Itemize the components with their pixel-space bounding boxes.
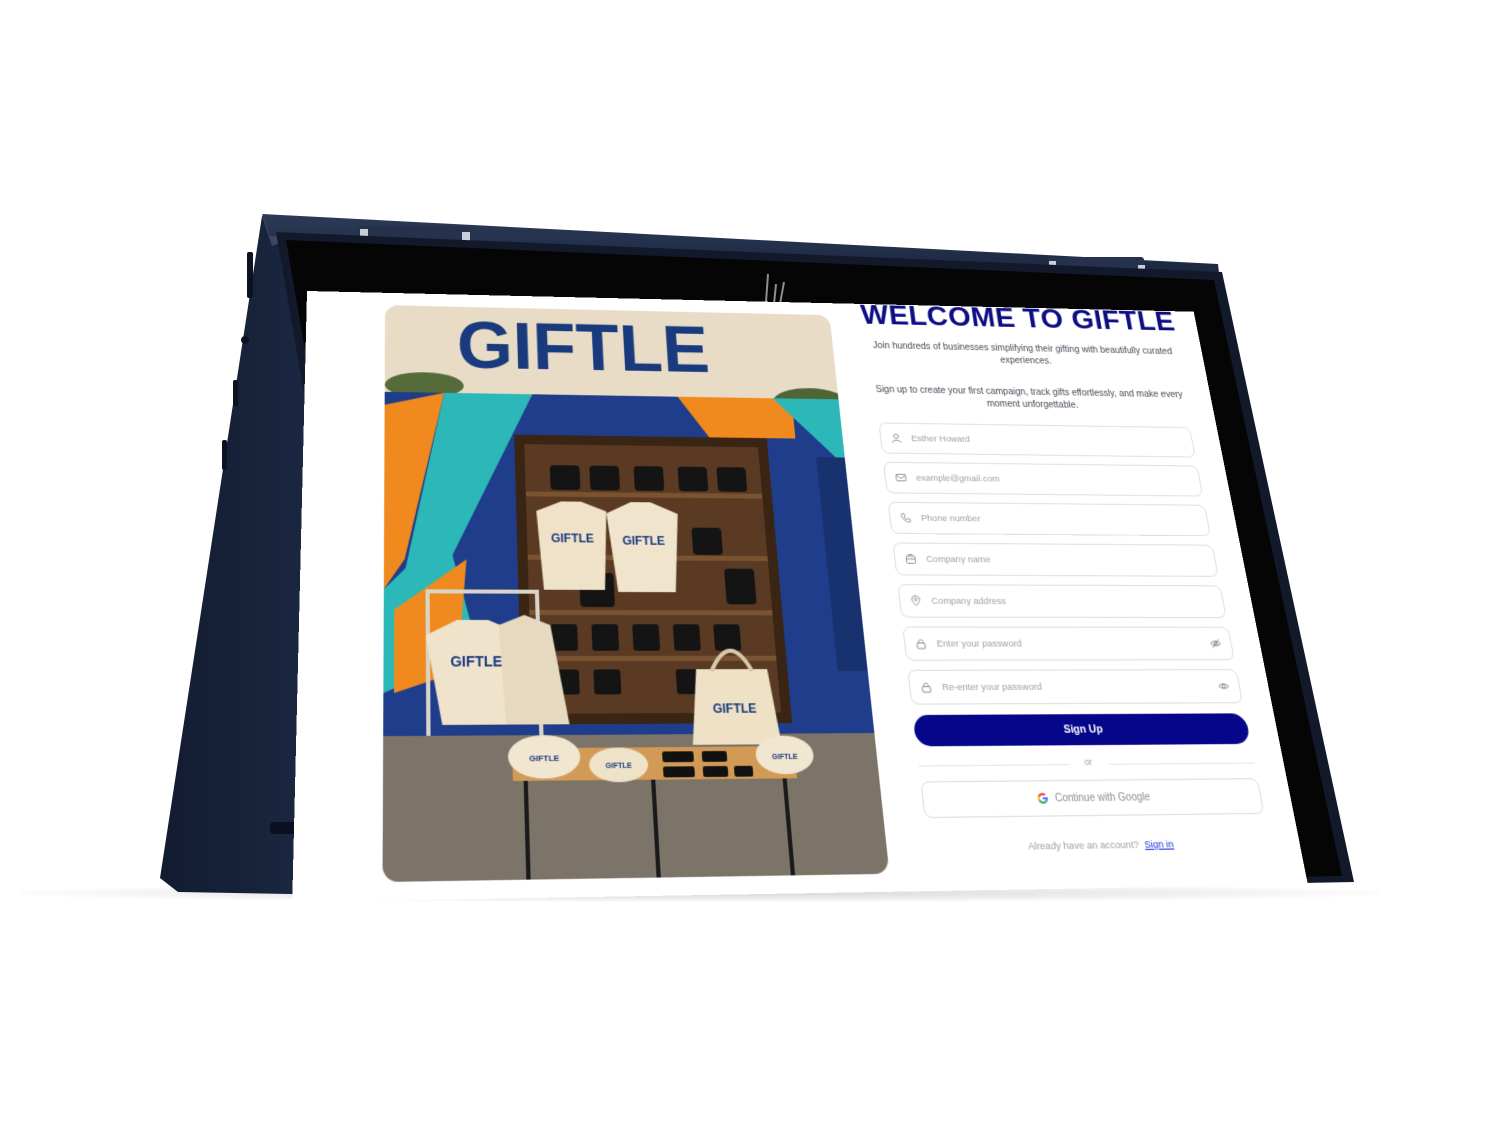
confirm-password-field[interactable] — [907, 669, 1244, 705]
user-icon — [890, 433, 903, 444]
intro-text: Join hundreds of businesses simplifying … — [872, 341, 1174, 367]
lock-icon — [914, 638, 927, 650]
cta-text: Sign up to create your first campaign, t… — [875, 384, 1184, 411]
or-divider: or — [918, 755, 1256, 773]
password-field[interactable] — [902, 626, 1235, 661]
building-icon — [904, 553, 917, 565]
signup-page: GIFTLE GIFTLE GIFTLE GIFTLE GIFTLE GIFTL… — [292, 291, 1308, 903]
google-signin-button[interactable]: Continue with Google — [920, 778, 1265, 819]
mail-icon — [895, 472, 908, 483]
phone-field[interactable] — [887, 501, 1211, 537]
eye-icon[interactable] — [1217, 680, 1231, 692]
lock-icon — [920, 681, 933, 693]
signin-link[interactable]: Sign in — [1144, 839, 1175, 851]
promo-headline: GIFTLE — [456, 309, 711, 387]
signin-row: Already have an account? Sign in — [897, 837, 1301, 855]
google-button-label: Continue with Google — [1054, 791, 1152, 805]
password-input[interactable] — [933, 637, 1212, 651]
phone-input[interactable] — [918, 511, 1200, 527]
promo-image: GIFTLE GIFTLE GIFTLE GIFTLE GIFTLE GIFTL… — [382, 305, 890, 883]
pouch-print: GIFTLE — [605, 762, 632, 771]
tote-print: GIFTLE — [712, 702, 757, 716]
screen-surface: GIFTLE GIFTLE GIFTLE GIFTLE GIFTLE GIFTL… — [292, 291, 1308, 903]
eye-off-icon[interactable] — [1209, 638, 1223, 650]
confirm-password-input[interactable] — [939, 679, 1220, 694]
company-field[interactable] — [892, 542, 1219, 577]
tshirt-print: GIFTLE — [450, 653, 503, 670]
address-input[interactable] — [928, 594, 1215, 608]
location-pin-icon — [909, 595, 922, 607]
signin-prompt: Already have an account? — [1027, 839, 1140, 853]
phone-icon — [899, 512, 912, 523]
hoodie-print: GIFTLE — [622, 535, 665, 548]
cap-print: GIFTLE — [529, 753, 560, 764]
email-input[interactable] — [913, 471, 1192, 487]
google-icon — [1037, 792, 1049, 804]
address-field[interactable] — [897, 584, 1227, 619]
name-field[interactable] — [878, 422, 1196, 458]
hoodie-print: GIFTLE — [551, 533, 594, 546]
company-input[interactable] — [923, 552, 1207, 567]
name-input[interactable] — [908, 432, 1185, 448]
email-field[interactable] — [883, 461, 1204, 497]
signup-button[interactable]: Sign Up — [912, 713, 1252, 747]
cap-print: GIFTLE — [772, 753, 799, 761]
